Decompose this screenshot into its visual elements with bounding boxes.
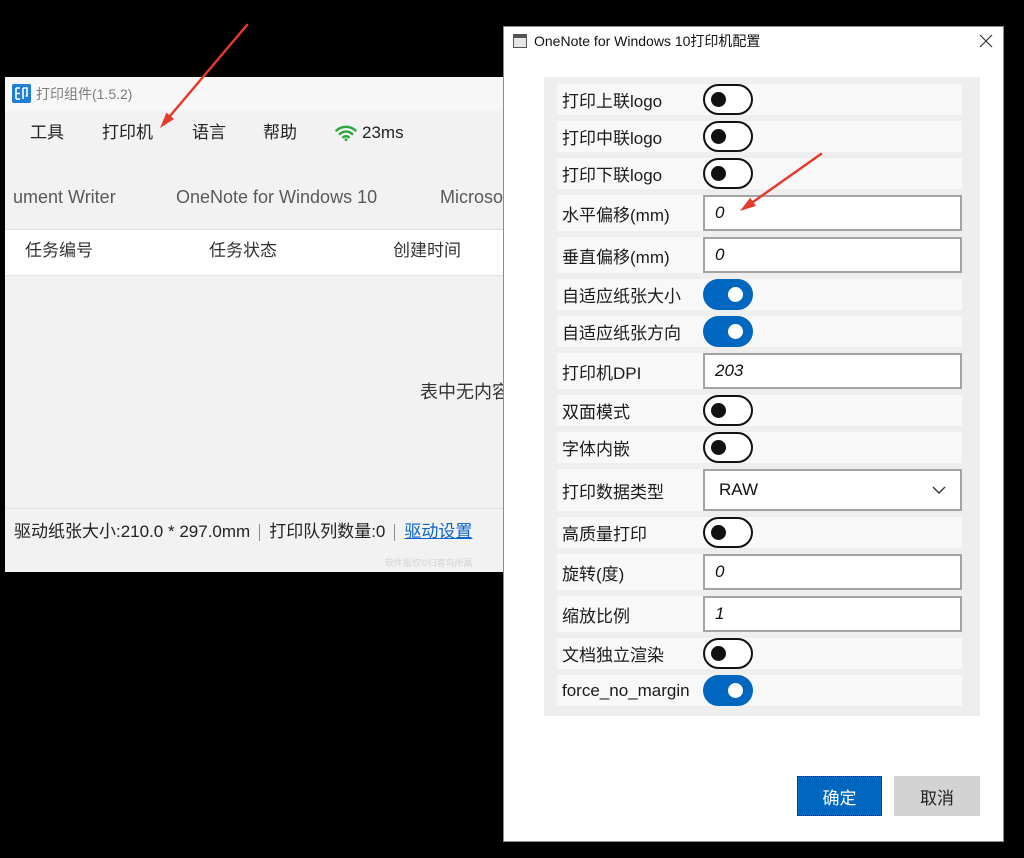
auto-paper-size-toggle[interactable] <box>703 279 753 310</box>
window-title: 打印组件(1.5.2) <box>36 86 133 102</box>
toggle-knob <box>711 166 726 181</box>
high-quality-print-toggle[interactable] <box>703 517 753 548</box>
status-separator <box>259 523 261 541</box>
wifi-signal-icon <box>335 125 357 141</box>
toggle-knob <box>711 129 726 144</box>
column-task-id[interactable]: 任务编号 <box>25 240 93 262</box>
row-label: 打印数据类型 <box>562 482 664 502</box>
row-embed-fonts: 字体内嵌 <box>544 429 980 466</box>
print-component-window: 打印组件(1.5.2) 工具 打印机 语言 帮助 23ms ument Writ… <box>5 77 565 572</box>
tab-onenote[interactable]: OneNote for Windows 10 <box>176 185 377 209</box>
embed-fonts-toggle[interactable] <box>703 432 753 463</box>
print-top-logo-toggle[interactable] <box>703 84 753 115</box>
row-label: 文档独立渲染 <box>562 646 664 665</box>
row-rotation: 旋转(度) <box>544 551 980 593</box>
row-independent-render: 文档独立渲染 <box>544 635 980 672</box>
duplex-mode-toggle[interactable] <box>703 395 753 426</box>
tab-microsoft[interactable]: Microso <box>440 185 503 209</box>
row-print-top-logo: 打印上联logo <box>544 81 980 118</box>
row-printer-dpi: 打印机DPI <box>544 350 980 392</box>
row-duplex-mode: 双面模式 <box>544 392 980 429</box>
row-label: 旋转(度) <box>562 564 625 584</box>
row-label: 打印下联logo <box>562 166 663 185</box>
toggle-knob <box>728 287 743 302</box>
tab-document-writer[interactable]: ument Writer <box>13 185 116 209</box>
queue-count-status: 打印队列数量:0 <box>269 522 386 541</box>
row-label: 水平偏移(mm) <box>562 205 670 225</box>
print-bottom-logo-toggle[interactable] <box>703 158 753 189</box>
row-label: 自适应纸张大小 <box>562 287 681 306</box>
row-scale: 缩放比例 <box>544 593 980 635</box>
window-icon <box>513 34 527 48</box>
force-no-margin-toggle[interactable] <box>703 675 753 706</box>
rotation-input[interactable] <box>703 554 962 590</box>
app-logo-icon <box>12 84 31 103</box>
toggle-knob <box>711 525 726 540</box>
row-high-quality-print: 高质量打印 <box>544 514 980 551</box>
row-label: 字体内嵌 <box>562 440 630 459</box>
paper-size-status: 驱动纸张大小:210.0 * 297.0mm <box>14 522 251 541</box>
column-task-status[interactable]: 任务状态 <box>209 240 277 262</box>
latency-readout: 23ms <box>362 123 404 142</box>
row-auto-paper-size: 自适应纸张大小 <box>544 276 980 313</box>
row-label: 打印上联logo <box>562 92 663 111</box>
settings-panel: 打印上联logo 打印中联logo 打印下联logo 水平偏移(mm) 垂直偏移… <box>544 77 980 716</box>
toggle-knob <box>728 683 743 698</box>
menu-language[interactable]: 语言 <box>192 122 226 144</box>
row-print-data-type: 打印数据类型 RAW <box>544 466 980 514</box>
horizontal-offset-input[interactable] <box>703 195 962 231</box>
row-print-bottom-logo: 打印下联logo <box>544 155 980 192</box>
row-force-no-margin: force_no_margin <box>544 672 980 709</box>
row-label: 双面模式 <box>562 403 630 422</box>
menu-printer[interactable]: 打印机 <box>102 122 153 144</box>
empty-table-message: 表中无内容 <box>420 382 510 402</box>
toggle-knob <box>728 324 743 339</box>
dialog-title: OneNote for Windows 10打印机配置 <box>534 33 761 49</box>
toggle-knob <box>711 646 726 661</box>
driver-settings-link[interactable]: 驱动设置 <box>404 521 472 543</box>
row-label: 垂直偏移(mm) <box>562 247 670 267</box>
select-value: RAW <box>719 480 759 499</box>
printer-dpi-input[interactable] <box>703 353 962 389</box>
row-label: 打印机DPI <box>562 363 642 383</box>
menu-tools[interactable]: 工具 <box>30 122 64 144</box>
toggle-knob <box>711 92 726 107</box>
table-header: 任务编号 任务状态 创建时间 <box>5 230 565 276</box>
row-vertical-offset: 垂直偏移(mm) <box>544 234 980 276</box>
print-middle-logo-toggle[interactable] <box>703 121 753 152</box>
toggle-knob <box>711 440 726 455</box>
scale-input[interactable] <box>703 596 962 632</box>
row-auto-paper-orientation: 自适应纸张方向 <box>544 313 980 350</box>
row-horizontal-offset: 水平偏移(mm) <box>544 192 980 234</box>
chevron-down-icon <box>932 486 946 494</box>
copyright-text: 软件版权©归客鸟所属 <box>385 558 473 568</box>
cancel-button[interactable]: 取消 <box>894 776 980 816</box>
independent-render-toggle[interactable] <box>703 638 753 669</box>
status-separator <box>394 523 396 541</box>
title-bar: 打印组件(1.5.2) <box>5 77 565 111</box>
auto-paper-orientation-toggle[interactable] <box>703 316 753 347</box>
print-data-type-select[interactable]: RAW <box>703 469 962 511</box>
close-icon[interactable] <box>979 34 993 48</box>
row-print-middle-logo: 打印中联logo <box>544 118 980 155</box>
row-label: 打印中联logo <box>562 129 663 148</box>
column-created-time[interactable]: 创建时间 <box>393 240 461 262</box>
menu-help[interactable]: 帮助 <box>263 122 297 144</box>
row-label: 自适应纸张方向 <box>562 324 681 343</box>
status-bar: 驱动纸张大小:210.0 * 297.0mm 打印队列数量:0 驱动设置 <box>5 508 565 556</box>
vertical-offset-input[interactable] <box>703 237 962 273</box>
status-row: 驱动纸张大小:210.0 * 297.0mm 打印队列数量:0 驱动设置 <box>14 521 472 543</box>
printer-config-dialog: OneNote for Windows 10打印机配置 打印上联logo 打印中… <box>503 26 1004 842</box>
row-label: 缩放比例 <box>562 606 630 626</box>
ok-button[interactable]: 确定 <box>797 776 882 816</box>
row-label: force_no_margin <box>562 680 690 700</box>
toggle-knob <box>711 403 726 418</box>
row-label: 高质量打印 <box>562 525 647 544</box>
